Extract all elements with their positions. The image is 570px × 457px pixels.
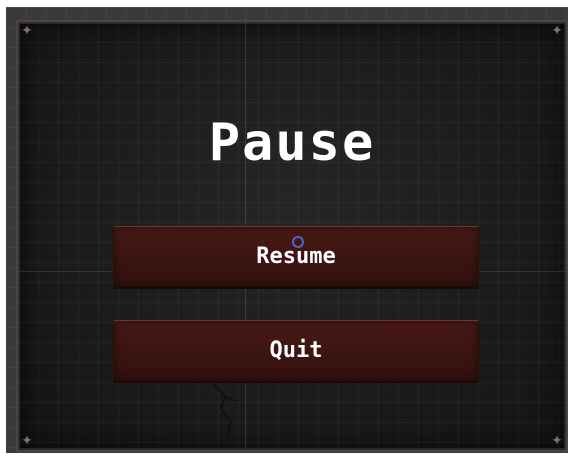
corner-ornament-icon: ✦ — [551, 433, 563, 449]
editor-viewport: ✦ ✦ ✦ ✦ Pause Resume Quit — [6, 7, 568, 453]
corner-ornament-icon: ✦ — [551, 23, 563, 39]
corner-ornament-icon: ✦ — [21, 23, 33, 39]
cursor-ring-icon — [292, 236, 304, 248]
pause-title: Pause — [208, 113, 376, 173]
pause-panel: ✦ ✦ ✦ ✦ Pause Resume Quit — [16, 20, 568, 452]
corner-ornament-icon: ✦ — [21, 433, 33, 449]
quit-button[interactable]: Quit — [113, 320, 479, 383]
panel-crack-decoration — [212, 381, 238, 436]
game-screen: ✦ ✦ ✦ ✦ Pause Resume Quit — [0, 0, 570, 457]
